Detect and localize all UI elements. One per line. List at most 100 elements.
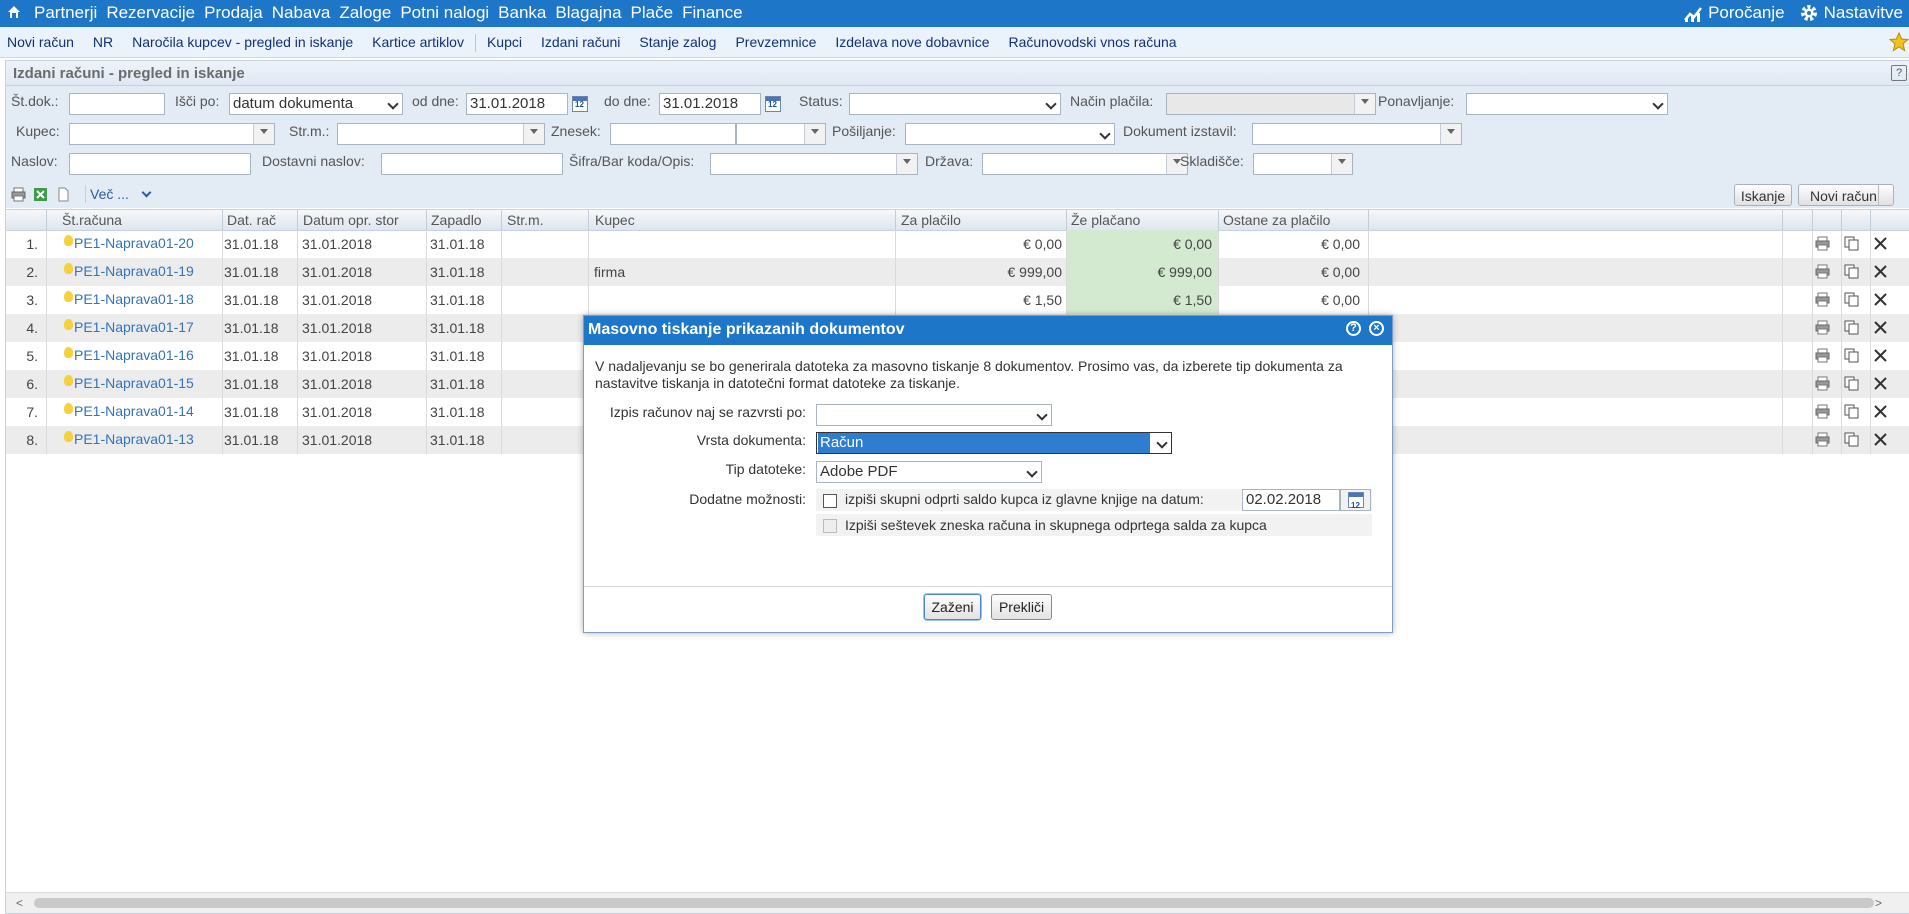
submenu-kartice-artiklov[interactable]: Kartice artiklov bbox=[372, 34, 464, 52]
status-select[interactable] bbox=[849, 93, 1061, 115]
dialog-help-icon[interactable]: ? bbox=[1346, 321, 1361, 336]
menu-banka[interactable]: Banka bbox=[498, 3, 546, 23]
column-za-placilo[interactable]: Za plačilo bbox=[901, 212, 961, 228]
invoice-number-link[interactable]: PE1-Naprava01-17 bbox=[74, 319, 194, 335]
balance-date-calendar-button[interactable] bbox=[1340, 489, 1371, 516]
column-ze-placano[interactable]: Že plačano bbox=[1071, 212, 1140, 228]
st-dok-input[interactable] bbox=[69, 93, 165, 115]
print-icon[interactable] bbox=[1815, 348, 1830, 363]
balance-date-input[interactable]: 02.02.2018 bbox=[1242, 489, 1340, 511]
znesek-input[interactable] bbox=[610, 123, 736, 145]
invoice-number-cell[interactable]: PE1-Naprava01-13 bbox=[64, 431, 194, 447]
invoice-number-link[interactable]: PE1-Naprava01-16 bbox=[74, 347, 194, 363]
print-icon[interactable] bbox=[1815, 404, 1830, 419]
invoice-number-link[interactable]: PE1-Naprava01-18 bbox=[74, 291, 194, 307]
copy-icon[interactable] bbox=[1844, 404, 1859, 419]
print-icon[interactable] bbox=[1815, 264, 1830, 279]
table-row[interactable]: 1. PE1-Naprava01-20 31.01.18 31.01.2018 31.0… bbox=[6, 230, 1909, 258]
sum-balance-checkbox[interactable] bbox=[823, 519, 837, 533]
strm-combo[interactable] bbox=[337, 123, 545, 145]
scroll-right-icon[interactable]: > bbox=[1875, 896, 1882, 910]
horizontal-scrollbar[interactable]: < > bbox=[6, 892, 1909, 913]
new-invoice-button[interactable]: Novi račun bbox=[1798, 184, 1894, 206]
od-dne-input[interactable]: 31.01.2018 bbox=[466, 93, 568, 115]
file-type-select[interactable]: Adobe PDF bbox=[816, 461, 1042, 483]
invoice-number-cell[interactable]: PE1-Naprava01-20 bbox=[64, 235, 194, 251]
menu-finance[interactable]: Finance bbox=[682, 3, 742, 23]
column-zapadlo[interactable]: Zapadlo bbox=[431, 212, 485, 228]
reports-menu[interactable]: Poročanje bbox=[1708, 3, 1785, 23]
sort-select[interactable] bbox=[816, 404, 1052, 426]
dialog-close-icon[interactable]: × bbox=[1369, 321, 1384, 336]
copy-icon[interactable] bbox=[1844, 236, 1859, 251]
do-dne-calendar-icon[interactable] bbox=[765, 96, 781, 112]
submenu-novi-racun[interactable]: Novi račun bbox=[7, 34, 74, 52]
more-actions-button[interactable]: Več ... bbox=[90, 186, 152, 202]
copy-icon[interactable] bbox=[1844, 432, 1859, 447]
invoice-number-link[interactable]: PE1-Naprava01-13 bbox=[74, 431, 194, 447]
column-st-racuna[interactable]: Št.računa bbox=[62, 212, 122, 228]
print-icon[interactable] bbox=[1815, 292, 1830, 307]
submenu-prevzemnice[interactable]: Prevzemnice bbox=[735, 34, 816, 52]
dokument-izstavil-combo[interactable] bbox=[1252, 123, 1462, 145]
submenu-racunovodski-vnos[interactable]: Računovodski vnos računa bbox=[1008, 34, 1176, 52]
scrollbar-thumb[interactable] bbox=[34, 898, 1874, 908]
submenu-izdani-racuni[interactable]: Izdani računi bbox=[541, 34, 620, 52]
delete-icon[interactable] bbox=[1873, 376, 1888, 391]
column-strm[interactable]: Str.m. bbox=[507, 212, 544, 228]
invoice-number-cell[interactable]: PE1-Naprava01-14 bbox=[64, 403, 194, 419]
column-ostane-za-placilo[interactable]: Ostane za plačilo bbox=[1223, 212, 1330, 228]
znesek-operator-combo[interactable] bbox=[736, 123, 826, 145]
favorite-star-icon[interactable] bbox=[1889, 32, 1909, 52]
print-icon[interactable] bbox=[11, 187, 26, 202]
print-icon[interactable] bbox=[1815, 432, 1830, 447]
cancel-button[interactable]: Prekliči bbox=[991, 594, 1052, 620]
invoice-number-cell[interactable]: PE1-Naprava01-19 bbox=[64, 263, 194, 279]
print-icon[interactable] bbox=[1815, 236, 1830, 251]
sifra-combo[interactable] bbox=[710, 153, 918, 175]
delete-icon[interactable] bbox=[1873, 236, 1888, 251]
invoice-number-link[interactable]: PE1-Naprava01-15 bbox=[74, 375, 194, 391]
delete-icon[interactable] bbox=[1873, 432, 1888, 447]
document-icon[interactable] bbox=[56, 187, 71, 202]
menu-rezervacije[interactable]: Rezervacije bbox=[106, 3, 195, 23]
submenu-stanje-zalog[interactable]: Stanje zalog bbox=[639, 34, 716, 52]
delete-icon[interactable] bbox=[1873, 264, 1888, 279]
copy-icon[interactable] bbox=[1844, 264, 1859, 279]
invoice-number-link[interactable]: PE1-Naprava01-20 bbox=[74, 235, 194, 251]
print-icon[interactable] bbox=[1815, 320, 1830, 335]
scroll-left-icon[interactable]: < bbox=[16, 896, 23, 910]
menu-blagajna[interactable]: Blagajna bbox=[555, 3, 621, 23]
menu-place[interactable]: Plače bbox=[631, 3, 674, 23]
table-row[interactable]: 3. PE1-Naprava01-18 31.01.18 31.01.2018 31.0… bbox=[6, 286, 1909, 314]
delete-icon[interactable] bbox=[1873, 348, 1888, 363]
submenu-izdelava-dobavnice[interactable]: Izdelava nove dobavnice bbox=[835, 34, 989, 52]
doc-type-select[interactable]: Račun bbox=[816, 432, 1172, 454]
home-icon[interactable] bbox=[7, 5, 21, 19]
column-dat-rac[interactable]: Dat. rač bbox=[227, 212, 276, 228]
column-kupec[interactable]: Kupec bbox=[595, 212, 635, 228]
search-button[interactable]: Iskanje bbox=[1734, 184, 1792, 206]
menu-potni-nalogi[interactable]: Potni nalogi bbox=[400, 3, 489, 23]
submenu-nr[interactable]: NR bbox=[93, 34, 113, 52]
settings-menu[interactable]: Nastavitve bbox=[1824, 3, 1903, 23]
invoice-number-link[interactable]: PE1-Naprava01-14 bbox=[74, 403, 194, 419]
invoice-number-link[interactable]: PE1-Naprava01-19 bbox=[74, 263, 194, 279]
menu-zaloge[interactable]: Zaloge bbox=[339, 3, 391, 23]
od-dne-calendar-icon[interactable] bbox=[572, 96, 588, 112]
delete-icon[interactable] bbox=[1873, 404, 1888, 419]
kupec-combo[interactable] bbox=[69, 123, 275, 145]
copy-icon[interactable] bbox=[1844, 376, 1859, 391]
do-dne-input[interactable]: 31.01.2018 bbox=[659, 93, 761, 115]
panel-help-icon[interactable]: ? bbox=[1891, 65, 1907, 81]
isci-po-select[interactable]: datum dokumenta bbox=[229, 93, 403, 115]
submenu-narocila-kupcev[interactable]: Naročila kupcev - pregled in iskanje bbox=[132, 34, 353, 52]
invoice-number-cell[interactable]: PE1-Naprava01-16 bbox=[64, 347, 194, 363]
posiljanje-select[interactable] bbox=[905, 123, 1115, 145]
excel-export-icon[interactable] bbox=[33, 187, 48, 202]
delete-icon[interactable] bbox=[1873, 292, 1888, 307]
invoice-number-cell[interactable]: PE1-Naprava01-15 bbox=[64, 375, 194, 391]
column-datum-opr[interactable]: Datum opr. stor bbox=[303, 212, 399, 228]
copy-icon[interactable] bbox=[1844, 320, 1859, 335]
copy-icon[interactable] bbox=[1844, 292, 1859, 307]
